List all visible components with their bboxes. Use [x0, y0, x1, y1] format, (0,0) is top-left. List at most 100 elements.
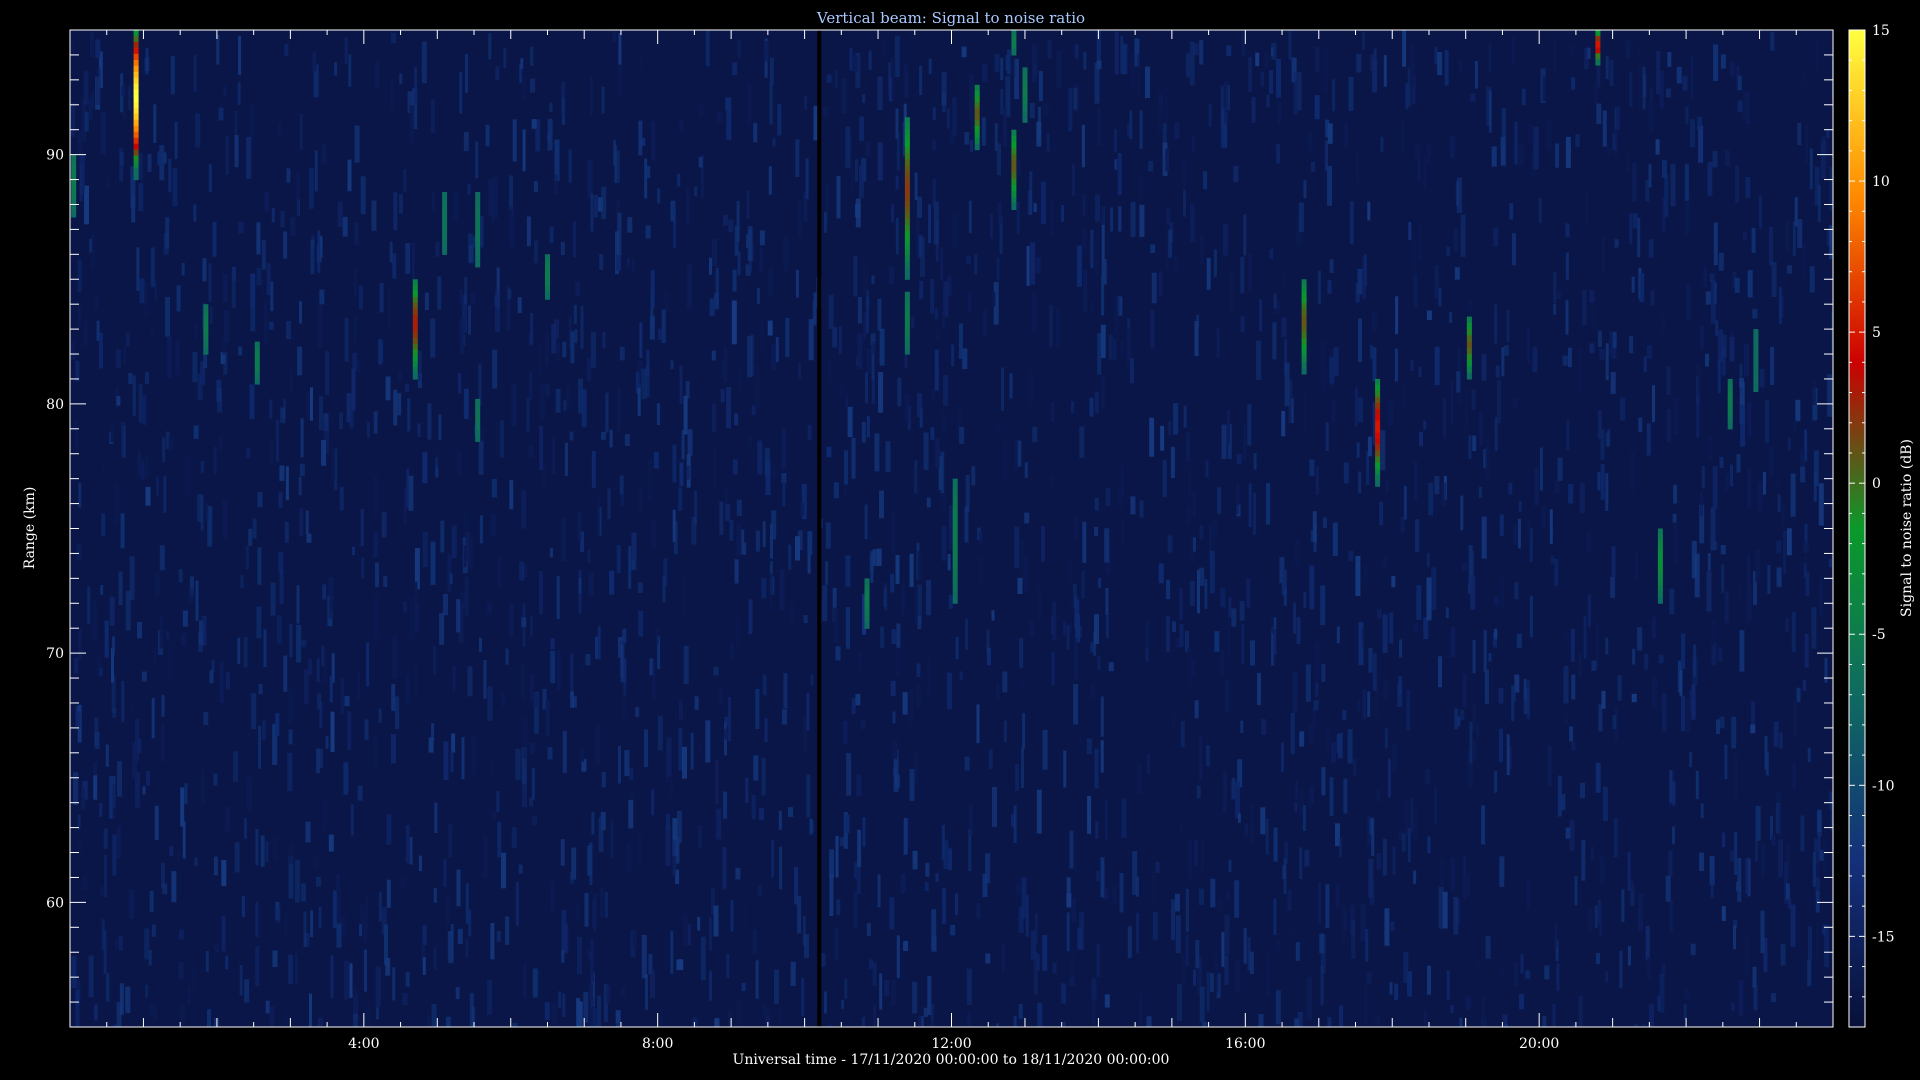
- noise-cell: [872, 340, 876, 354]
- echo-mark: [952, 508, 958, 515]
- noise-cell: [769, 83, 773, 125]
- noise-cell: [1800, 815, 1805, 852]
- echo-mark: [475, 198, 481, 205]
- noise-cell: [1578, 653, 1582, 679]
- noise-cell: [374, 595, 380, 639]
- noise-cell: [1818, 483, 1824, 526]
- noise-cell: [1453, 227, 1458, 252]
- noise-cell: [1024, 512, 1030, 524]
- noise-cell: [1569, 820, 1575, 851]
- noise-cell: [1783, 530, 1787, 574]
- noise-cell: [1533, 126, 1539, 170]
- echo-mark: [1753, 341, 1759, 349]
- noise-cell: [1499, 578, 1504, 608]
- noise-cell: [480, 215, 484, 248]
- noise-cell: [1036, 954, 1040, 971]
- noise-cell: [1191, 136, 1195, 152]
- noise-cell: [1601, 235, 1605, 274]
- noise-cell: [478, 439, 484, 475]
- noise-cell: [883, 588, 887, 607]
- noise-cell: [1343, 778, 1348, 814]
- noise-cell: [1299, 731, 1305, 747]
- noise-cell: [869, 959, 873, 969]
- noise-cell: [1770, 993, 1776, 1003]
- noise-cell: [1513, 690, 1516, 703]
- noise-cell: [1631, 276, 1635, 293]
- noise-cell: [1042, 729, 1048, 770]
- noise-cell: [147, 153, 152, 172]
- noise-cell: [1158, 271, 1163, 297]
- noise-cell: [1199, 40, 1204, 65]
- noise-cell: [123, 345, 127, 364]
- noise-cell: [1553, 271, 1557, 304]
- noise-cell: [256, 606, 262, 639]
- noise-cell: [741, 982, 746, 991]
- noise-cell: [1177, 983, 1182, 1021]
- noise-cell: [885, 441, 891, 473]
- noise-cell: [366, 642, 370, 687]
- noise-cell: [174, 121, 178, 159]
- noise-cell: [1035, 256, 1041, 273]
- noise-cell: [1130, 53, 1135, 88]
- noise-cell: [943, 840, 949, 869]
- noise-cell: [829, 849, 835, 878]
- noise-cell: [367, 421, 370, 438]
- echo-mark: [974, 126, 980, 133]
- noise-cell: [93, 775, 98, 800]
- noise-cell: [1610, 577, 1616, 598]
- echo-mark: [904, 237, 910, 244]
- noise-cell: [447, 554, 452, 592]
- noise-cell: [422, 925, 427, 945]
- noise-cell: [165, 297, 170, 337]
- noise-cell: [1094, 391, 1099, 414]
- noise-cell: [187, 986, 191, 1005]
- noise-cell: [1746, 468, 1751, 508]
- echo-mark: [1657, 528, 1663, 536]
- noise-cell: [1403, 486, 1407, 520]
- noise-cell: [296, 585, 300, 624]
- noise-cell: [1590, 845, 1594, 862]
- noise-cell: [1645, 925, 1650, 961]
- noise-cell: [1780, 943, 1786, 966]
- noise-cell: [433, 947, 437, 971]
- echo-mark: [952, 597, 958, 604]
- noise-cell: [573, 304, 577, 324]
- noise-cell: [209, 306, 213, 324]
- noise-cell: [544, 332, 549, 366]
- noise-cell: [1724, 744, 1728, 779]
- echo-mark: [1657, 553, 1663, 561]
- echo-mark: [133, 155, 139, 163]
- noise-cell: [1218, 899, 1223, 912]
- noise-cell: [246, 448, 251, 459]
- noise-cell: [1376, 789, 1381, 802]
- noise-cell: [448, 824, 453, 858]
- noise-cell: [575, 905, 580, 919]
- y-axis-label: Range (km): [22, 487, 38, 570]
- echo-mark: [1011, 129, 1017, 137]
- noise-cell: [1705, 291, 1711, 305]
- noise-cell: [1221, 424, 1227, 459]
- noise-cell: [572, 221, 576, 258]
- noise-cell: [76, 543, 82, 561]
- noise-cell: [1446, 246, 1451, 257]
- noise-cell: [529, 743, 535, 754]
- echo-mark: [412, 361, 418, 368]
- noise-cell: [934, 349, 939, 391]
- echo-mark: [412, 302, 418, 310]
- noise-cell: [163, 152, 167, 164]
- noise-cell: [1241, 623, 1245, 665]
- noise-cell: [1733, 925, 1736, 950]
- noise-cell: [914, 586, 918, 624]
- noise-cell: [497, 822, 502, 858]
- noise-cell: [1248, 57, 1253, 92]
- noise-cell: [1735, 165, 1740, 204]
- noise-cell: [169, 846, 174, 857]
- noise-cell: [1280, 742, 1284, 772]
- echo-mark: [1727, 410, 1733, 417]
- noise-cell: [581, 389, 587, 428]
- noise-cell: [491, 198, 495, 224]
- noise-cell: [549, 548, 553, 558]
- noise-cell: [192, 965, 196, 995]
- noise-cell: [1013, 805, 1017, 844]
- noise-cell: [682, 913, 688, 947]
